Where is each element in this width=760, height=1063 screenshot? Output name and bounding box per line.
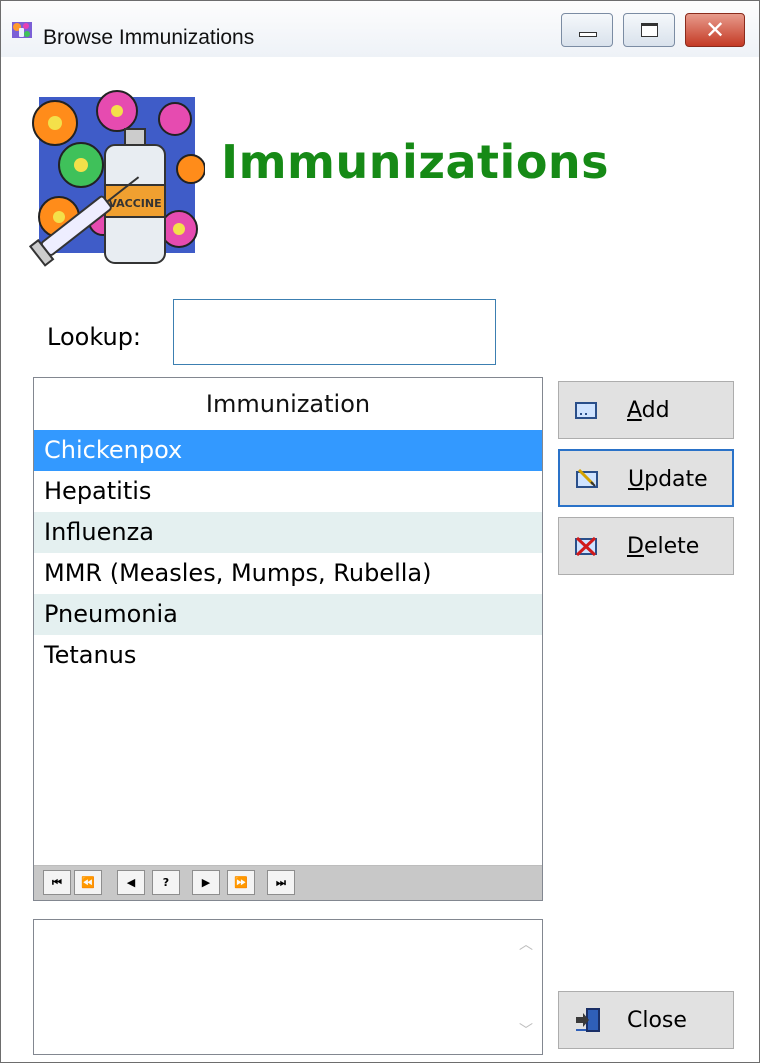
maximize-icon (641, 23, 658, 37)
close-icon: ✕ (704, 16, 726, 44)
update-accelerator: U (628, 467, 645, 492)
delete-icon (575, 536, 597, 556)
minimize-icon (579, 32, 597, 37)
lookup-input[interactable] (173, 299, 496, 365)
svg-text:VACCINE: VACCINE (108, 197, 161, 210)
window-title: Browse Immunizations (43, 26, 255, 49)
add-label-rest: dd (641, 398, 670, 423)
add-accelerator: A (627, 398, 642, 423)
locate-record-button[interactable]: ? (152, 870, 180, 895)
table-row[interactable]: Chickenpox (34, 430, 542, 471)
close-button[interactable]: Close (558, 991, 734, 1049)
delete-accelerator: D (627, 534, 644, 559)
last-record-button[interactable]: ⏭ (267, 870, 295, 895)
table-row[interactable]: Influenza (34, 512, 542, 553)
maximize-button[interactable] (623, 13, 675, 47)
next-record-button[interactable]: ▶ (192, 870, 220, 895)
delete-label-rest: elete (643, 534, 700, 559)
add-button[interactable]: Add (558, 381, 734, 439)
close-button-label: Close (627, 1008, 687, 1033)
update-label-rest: pdate (644, 467, 708, 492)
page-heading: Immunizations (221, 135, 610, 189)
next-page-button[interactable]: ⏩ (227, 870, 255, 895)
add-icon (575, 402, 597, 419)
app-icon (12, 22, 32, 38)
scroll-down-icon[interactable]: ﹀ (510, 1020, 542, 1040)
previous-page-button[interactable]: ⏪ (74, 870, 102, 895)
browse-immunizations-window: Browse Immunizations ✕ VACCINE Immunizat… (0, 0, 760, 1063)
exit-door-icon (576, 1008, 600, 1032)
delete-button-label: Delete (627, 534, 699, 559)
title-bar[interactable]: Browse Immunizations ✕ (1, 1, 759, 57)
table-row[interactable]: Hepatitis (34, 471, 542, 512)
table-row[interactable]: Tetanus (34, 635, 542, 676)
column-header-immunization[interactable]: Immunization (34, 378, 542, 430)
vaccine-logo-icon: VACCINE (28, 90, 205, 267)
memo-scrollbar[interactable]: ︿ ﹀ (510, 920, 542, 1054)
scroll-up-icon[interactable]: ︿ (510, 934, 542, 954)
close-window-button[interactable]: ✕ (685, 13, 745, 47)
previous-record-button[interactable]: ◀ (117, 870, 145, 895)
notes-memo[interactable]: ︿ ﹀ (33, 919, 543, 1055)
table-row[interactable]: MMR (Measles, Mumps, Rubella) (34, 553, 542, 594)
update-icon (576, 469, 598, 488)
immunization-grid[interactable]: Immunization Chickenpox Hepatitis Influe… (33, 377, 543, 901)
update-button-label: Update (628, 467, 708, 492)
update-button[interactable]: Update (558, 449, 734, 507)
lookup-label: Lookup: (47, 323, 142, 351)
grid-rows: Chickenpox Hepatitis Influenza MMR (Meas… (34, 430, 542, 676)
delete-button[interactable]: Delete (558, 517, 734, 575)
record-navigator: ⏮ ⏪ ◀ ? ▶ ⏩ ⏭ (34, 865, 542, 900)
first-record-button[interactable]: ⏮ (43, 870, 71, 895)
minimize-button[interactable] (561, 13, 613, 47)
add-button-label: Add (627, 398, 670, 423)
table-row[interactable]: Pneumonia (34, 594, 542, 635)
